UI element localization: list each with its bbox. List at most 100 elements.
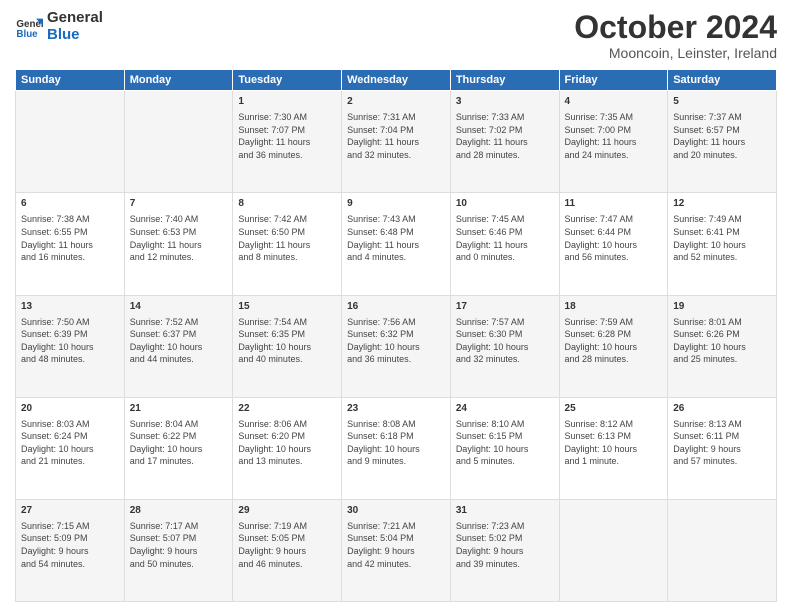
day-number: 15 [238, 300, 336, 314]
day-info-line: Sunset: 6:46 PM [456, 226, 554, 239]
cell-w0-d4: 3Sunrise: 7:33 AMSunset: 7:02 PMDaylight… [450, 91, 559, 193]
day-info-line: Sunrise: 7:21 AM [347, 520, 445, 533]
day-number: 2 [347, 95, 445, 109]
day-info-line: Daylight: 10 hours [456, 341, 554, 354]
cell-w3-d2: 22Sunrise: 8:06 AMSunset: 6:20 PMDayligh… [233, 397, 342, 499]
day-info-line: and 48 minutes. [21, 353, 119, 366]
day-info-line: Sunset: 6:22 PM [130, 430, 228, 443]
day-number: 5 [673, 95, 771, 109]
day-info-line: and 32 minutes. [456, 353, 554, 366]
cell-w0-d3: 2Sunrise: 7:31 AMSunset: 7:04 PMDaylight… [342, 91, 451, 193]
day-info-line: Sunrise: 7:23 AM [456, 520, 554, 533]
day-number: 7 [130, 197, 228, 211]
day-info-line: Sunset: 6:32 PM [347, 328, 445, 341]
day-info-line: and 56 minutes. [565, 251, 663, 264]
day-info-line: and 17 minutes. [130, 455, 228, 468]
day-info-line: Daylight: 10 hours [347, 443, 445, 456]
logo-blue: Blue [47, 27, 103, 44]
day-number: 23 [347, 402, 445, 416]
day-info-line: Daylight: 10 hours [673, 341, 771, 354]
day-info-line: Daylight: 10 hours [21, 341, 119, 354]
cell-w1-d3: 9Sunrise: 7:43 AMSunset: 6:48 PMDaylight… [342, 193, 451, 295]
header-thursday: Thursday [450, 70, 559, 91]
day-info-line: and 36 minutes. [238, 149, 336, 162]
day-info-line: Sunrise: 8:01 AM [673, 316, 771, 329]
day-number: 25 [565, 402, 663, 416]
day-number: 21 [130, 402, 228, 416]
day-info-line: and 28 minutes. [565, 353, 663, 366]
header-row: SundayMondayTuesdayWednesdayThursdayFrid… [16, 70, 777, 91]
day-info-line: Sunset: 6:57 PM [673, 124, 771, 137]
day-info-line: Daylight: 11 hours [565, 136, 663, 149]
day-info-line: Sunset: 5:07 PM [130, 532, 228, 545]
day-info-line: and 20 minutes. [673, 149, 771, 162]
title-block: October 2024 Mooncoin, Leinster, Ireland [574, 10, 777, 61]
svg-text:Blue: Blue [16, 28, 38, 39]
week-row-4: 27Sunrise: 7:15 AMSunset: 5:09 PMDayligh… [16, 499, 777, 601]
day-number: 24 [456, 402, 554, 416]
header: General Blue General Blue October 2024 M… [15, 10, 777, 61]
cell-w2-d0: 13Sunrise: 7:50 AMSunset: 6:39 PMDayligh… [16, 295, 125, 397]
day-info-line: Daylight: 9 hours [673, 443, 771, 456]
day-info-line: and 13 minutes. [238, 455, 336, 468]
cell-w4-d5 [559, 499, 668, 601]
day-info-line: and 0 minutes. [456, 251, 554, 264]
day-info-line: Daylight: 10 hours [673, 239, 771, 252]
day-info-line: Sunrise: 7:52 AM [130, 316, 228, 329]
day-info-line: Sunrise: 7:42 AM [238, 213, 336, 226]
day-info-line: Sunrise: 7:15 AM [21, 520, 119, 533]
cell-w1-d5: 11Sunrise: 7:47 AMSunset: 6:44 PMDayligh… [559, 193, 668, 295]
day-info-line: Sunset: 6:44 PM [565, 226, 663, 239]
day-info-line: Daylight: 11 hours [456, 239, 554, 252]
day-info-line: Daylight: 11 hours [130, 239, 228, 252]
day-info-line: Sunrise: 7:49 AM [673, 213, 771, 226]
cell-w0-d5: 4Sunrise: 7:35 AMSunset: 7:00 PMDaylight… [559, 91, 668, 193]
day-info-line: Sunset: 6:15 PM [456, 430, 554, 443]
cell-w2-d2: 15Sunrise: 7:54 AMSunset: 6:35 PMDayligh… [233, 295, 342, 397]
day-info-line: Sunset: 6:24 PM [21, 430, 119, 443]
day-number: 20 [21, 402, 119, 416]
week-row-0: 1Sunrise: 7:30 AMSunset: 7:07 PMDaylight… [16, 91, 777, 193]
logo-general: General [47, 10, 103, 27]
cell-w4-d0: 27Sunrise: 7:15 AMSunset: 5:09 PMDayligh… [16, 499, 125, 601]
day-info-line: Sunset: 6:48 PM [347, 226, 445, 239]
cell-w3-d5: 25Sunrise: 8:12 AMSunset: 6:13 PMDayligh… [559, 397, 668, 499]
page: General Blue General Blue October 2024 M… [0, 0, 792, 612]
cell-w1-d0: 6Sunrise: 7:38 AMSunset: 6:55 PMDaylight… [16, 193, 125, 295]
day-number: 27 [21, 504, 119, 518]
day-info-line: Sunset: 6:55 PM [21, 226, 119, 239]
day-info-line: Sunrise: 8:04 AM [130, 418, 228, 431]
day-info-line: Sunrise: 7:17 AM [130, 520, 228, 533]
day-info-line: Daylight: 10 hours [130, 443, 228, 456]
day-info-line: and 32 minutes. [347, 149, 445, 162]
day-info-line: and 42 minutes. [347, 558, 445, 571]
day-info-line: Sunrise: 8:03 AM [21, 418, 119, 431]
day-info-line: Sunrise: 8:12 AM [565, 418, 663, 431]
day-number: 11 [565, 197, 663, 211]
day-info-line: Daylight: 10 hours [565, 443, 663, 456]
day-info-line: and 1 minute. [565, 455, 663, 468]
header-saturday: Saturday [668, 70, 777, 91]
day-info-line: Daylight: 10 hours [130, 341, 228, 354]
day-number: 29 [238, 504, 336, 518]
cell-w1-d2: 8Sunrise: 7:42 AMSunset: 6:50 PMDaylight… [233, 193, 342, 295]
day-info-line: Sunrise: 7:57 AM [456, 316, 554, 329]
day-info-line: Sunset: 5:04 PM [347, 532, 445, 545]
day-info-line: Sunrise: 8:08 AM [347, 418, 445, 431]
day-info-line: Sunset: 7:02 PM [456, 124, 554, 137]
day-info-line: Daylight: 10 hours [238, 341, 336, 354]
day-info-line: and 44 minutes. [130, 353, 228, 366]
day-info-line: and 57 minutes. [673, 455, 771, 468]
cell-w2-d4: 17Sunrise: 7:57 AMSunset: 6:30 PMDayligh… [450, 295, 559, 397]
day-info-line: and 24 minutes. [565, 149, 663, 162]
day-info-line: Sunrise: 7:35 AM [565, 111, 663, 124]
day-info-line: Sunrise: 7:19 AM [238, 520, 336, 533]
day-info-line: Sunrise: 7:43 AM [347, 213, 445, 226]
day-info-line: Sunrise: 7:30 AM [238, 111, 336, 124]
day-info-line: and 25 minutes. [673, 353, 771, 366]
day-info-line: Sunset: 5:02 PM [456, 532, 554, 545]
day-number: 19 [673, 300, 771, 314]
day-number: 6 [21, 197, 119, 211]
cell-w4-d4: 31Sunrise: 7:23 AMSunset: 5:02 PMDayligh… [450, 499, 559, 601]
day-info-line: and 54 minutes. [21, 558, 119, 571]
